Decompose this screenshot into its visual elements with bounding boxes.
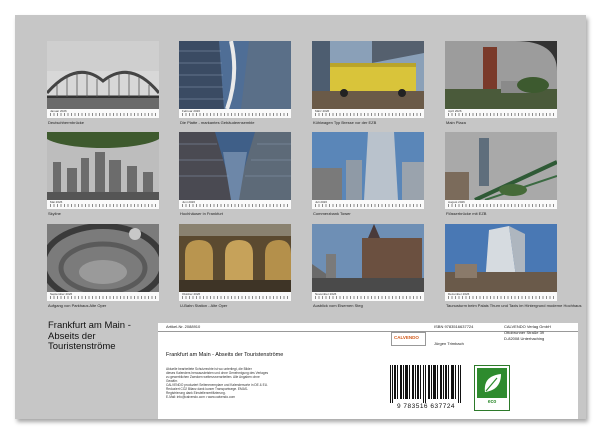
month-caption: Aufgang von Parkhaus Alte Oper	[48, 303, 107, 308]
product-info-card: Artikel-Nr. 2088910 ISBN 9783516637724 C…	[158, 323, 578, 419]
month-caption: Deutschherrnbrücke	[48, 120, 85, 125]
month-caption: Hochhäuser in Frankfurt	[180, 211, 223, 216]
logo-text: CALVENDO	[394, 335, 419, 340]
month-calendar-strip: August 2026	[445, 200, 557, 209]
month-photo	[179, 41, 291, 109]
month-calendar-strip: März 2026	[312, 109, 424, 118]
barcode-digits: 9 783516 637724	[396, 403, 456, 410]
month-calendar-strip: Juli 2026	[312, 200, 424, 209]
month-calendar-strip: Juni 2026	[179, 200, 291, 209]
product-title: Frankfurt am Main - Abseits der Touriste…	[166, 352, 284, 358]
article-number: Artikel-Nr. 2088910	[166, 324, 201, 329]
calendar-back-sheet: Januar 2026 Deutschherrnbrücke Februar 2…	[15, 15, 586, 419]
month-photo	[47, 41, 159, 109]
month-photo	[445, 41, 557, 109]
description-line: E-Mail: info@calvendo.com • www.calvendo…	[166, 395, 236, 399]
publisher-city: D-82008 Unterhaching	[504, 336, 545, 341]
eco-label: eco	[487, 399, 497, 405]
month-calendar-strip: November 2026	[312, 292, 424, 301]
month-calendar-strip: Februar 2026	[179, 109, 291, 118]
month-photo	[47, 224, 159, 292]
month-caption: Main Plaza	[446, 120, 466, 125]
month-calendar-strip: April 2026	[445, 109, 557, 118]
isbn: ISBN 9783516637724	[434, 324, 474, 329]
month-calendar-strip: September 2026	[47, 292, 159, 301]
month-photo	[445, 224, 557, 292]
cover-title: Frankfurt am Main - Abseits der Touriste…	[48, 320, 131, 352]
calvendo-logo: CALVENDO	[391, 332, 426, 346]
month-caption: Kühlwagen Typ Bresse vor der EZB	[313, 120, 377, 125]
month-photo	[445, 132, 557, 200]
description: Aktuelle bearbeitete Schutzrechte ist wo…	[166, 367, 366, 399]
month-caption: Flösserbrücke mit EZB	[446, 211, 487, 216]
month-calendar-strip: Mai 2026	[47, 200, 159, 209]
barcode	[386, 363, 466, 403]
publisher-name: CALVENDO Verlag GmbH	[504, 324, 551, 329]
month-photo	[312, 132, 424, 200]
month-caption: Die Platte - markantes Gebäudeensemble	[180, 120, 255, 125]
month-calendar-strip: Oktober 2026	[179, 292, 291, 301]
month-caption: Ausblick vom Eisernen Steg	[313, 303, 363, 308]
month-caption: Skyline	[48, 211, 61, 216]
month-calendar-strip: Januar 2026	[47, 109, 159, 118]
month-photo	[47, 132, 159, 200]
eco-badge: eco	[474, 365, 510, 411]
month-calendar-strip: Dezember 2026	[445, 292, 557, 301]
month-photo	[179, 224, 291, 292]
author: Jürgen Trimbach	[434, 341, 464, 346]
leaf-icon	[477, 368, 507, 398]
publisher-street: Ottobrunner Straße 39	[504, 330, 545, 335]
month-caption: Commerzbank Tower	[313, 211, 351, 216]
month-caption: U-Bahn Station - Alte Oper	[180, 303, 228, 308]
month-photo	[312, 224, 424, 292]
month-photo	[312, 41, 424, 109]
month-photo	[179, 132, 291, 200]
month-caption: Taunusturm beim Palais Thurn und Taxis i…	[446, 303, 582, 308]
